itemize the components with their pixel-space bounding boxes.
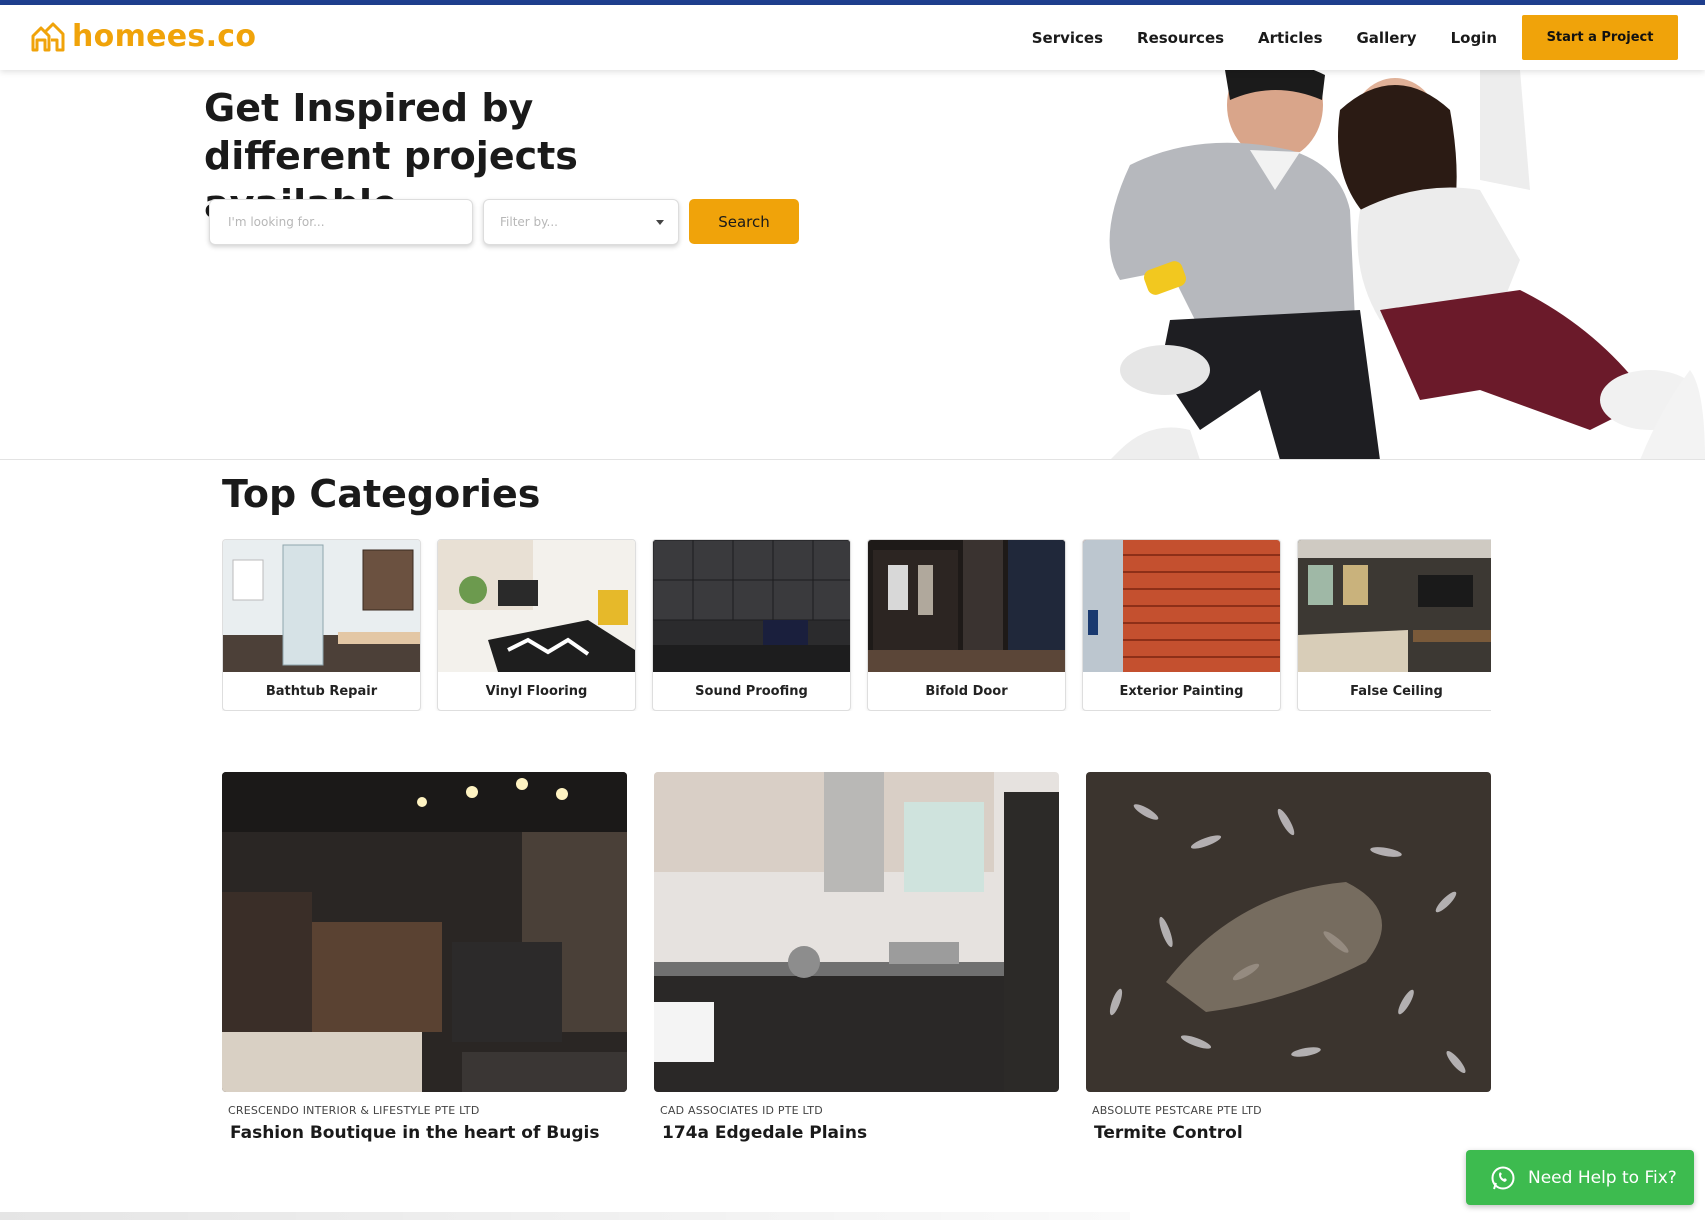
category-card-exterior-painting[interactable]: Exterior Painting bbox=[1082, 539, 1281, 711]
nav-login[interactable]: Login bbox=[1451, 29, 1497, 47]
brand-name: homees.co bbox=[72, 19, 257, 54]
nav-resources[interactable]: Resources bbox=[1137, 29, 1224, 47]
site-logo[interactable]: homees.co bbox=[30, 19, 256, 54]
bottom-shadow bbox=[0, 1212, 1130, 1220]
bathroom-image bbox=[223, 540, 420, 672]
nav-services[interactable]: Services bbox=[1032, 29, 1103, 47]
house-logo-icon bbox=[31, 22, 65, 51]
category-card-false-ceiling[interactable]: False Ceiling bbox=[1297, 539, 1491, 711]
bifold-door-image bbox=[868, 540, 1065, 672]
filter-select[interactable]: Filter by... bbox=[483, 199, 679, 245]
hero-section: Get Inspired by different projects avail… bbox=[0, 70, 1705, 460]
vinyl-flooring-image bbox=[438, 540, 635, 672]
need-help-button[interactable]: Need Help to Fix? bbox=[1466, 1150, 1694, 1205]
hero-couple-image bbox=[1000, 70, 1705, 459]
need-help-label: Need Help to Fix? bbox=[1528, 1167, 1677, 1188]
category-label: Bathtub Repair bbox=[265, 683, 378, 699]
project-title: Fashion Boutique in the heart of Bugis bbox=[230, 1123, 600, 1143]
nav-articles[interactable]: Articles bbox=[1258, 29, 1322, 47]
boutique-image bbox=[222, 772, 627, 1092]
caret-down-icon bbox=[656, 220, 664, 225]
category-label: Sound Proofing bbox=[695, 683, 808, 699]
project-card-termite-control[interactable]: ABSOLUTE PESTCARE PTE LTD Termite Contro… bbox=[1086, 772, 1491, 1143]
termite-image bbox=[1086, 772, 1491, 1092]
categories-title: Top Categories bbox=[222, 472, 541, 516]
search-input[interactable]: I'm looking for... bbox=[209, 199, 473, 245]
project-company: CRESCENDO INTERIOR & LIFESTYLE PTE LTD bbox=[228, 1104, 480, 1117]
project-company: ABSOLUTE PESTCARE PTE LTD bbox=[1092, 1104, 1262, 1117]
category-card-bifold-door[interactable]: Bifold Door bbox=[867, 539, 1066, 711]
false-ceiling-image bbox=[1298, 540, 1491, 672]
project-title: Termite Control bbox=[1094, 1123, 1243, 1143]
kitchen-image bbox=[654, 772, 1059, 1092]
category-label: Vinyl Flooring bbox=[485, 683, 588, 699]
search-placeholder: I'm looking for... bbox=[228, 215, 325, 229]
sound-proofing-image bbox=[653, 540, 850, 672]
category-card-bathtub-repair[interactable]: Bathtub Repair bbox=[222, 539, 421, 711]
category-label: Bifold Door bbox=[925, 683, 1008, 699]
exterior-painting-image bbox=[1083, 540, 1280, 672]
project-company: CAD ASSOCIATES ID PTE LTD bbox=[660, 1104, 823, 1117]
site-header: homees.co Services Resources Articles Ga… bbox=[0, 5, 1705, 70]
main-nav: Services Resources Articles Gallery Logi… bbox=[1032, 5, 1705, 70]
search-button[interactable]: Search bbox=[689, 199, 799, 244]
categories-carousel: Bathtub Repair Vinyl Flooring Sound Proo… bbox=[222, 539, 1491, 711]
project-card-edgedale-plains[interactable]: CAD ASSOCIATES ID PTE LTD 174a Edgedale … bbox=[654, 772, 1059, 1143]
whatsapp-icon bbox=[1491, 1166, 1515, 1189]
category-label: False Ceiling bbox=[1350, 683, 1443, 699]
project-title: 174a Edgedale Plains bbox=[662, 1123, 868, 1143]
start-project-button[interactable]: Start a Project bbox=[1522, 15, 1678, 60]
project-card-fashion-boutique[interactable]: CRESCENDO INTERIOR & LIFESTYLE PTE LTD F… bbox=[222, 772, 627, 1143]
category-card-vinyl-flooring[interactable]: Vinyl Flooring bbox=[437, 539, 636, 711]
nav-gallery[interactable]: Gallery bbox=[1357, 29, 1417, 47]
category-card-sound-proofing[interactable]: Sound Proofing bbox=[652, 539, 851, 711]
category-label: Exterior Painting bbox=[1119, 683, 1244, 699]
filter-placeholder: Filter by... bbox=[500, 215, 558, 229]
